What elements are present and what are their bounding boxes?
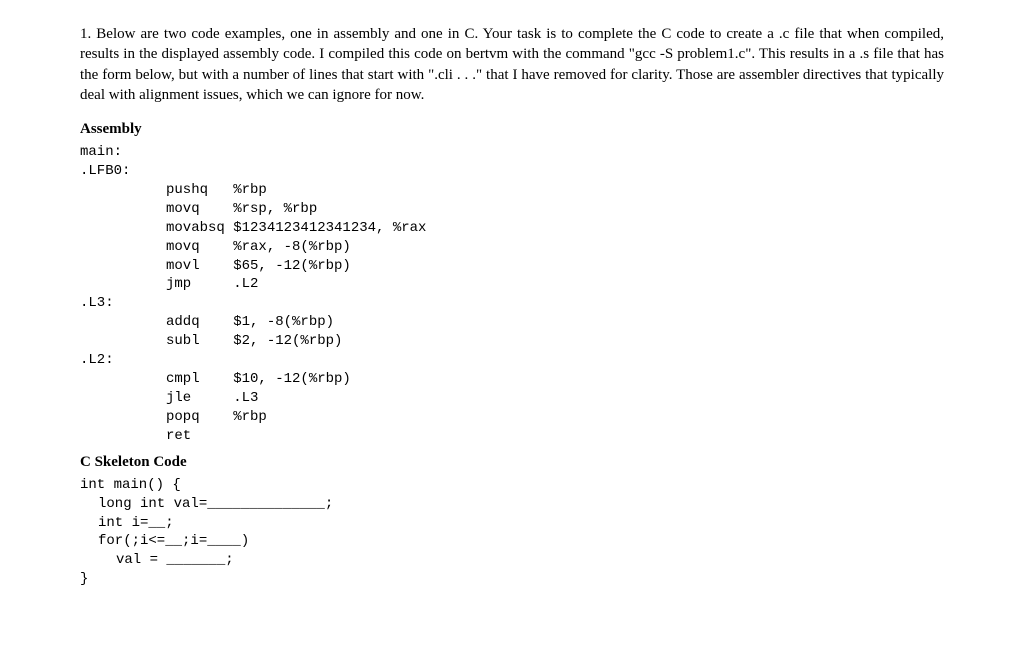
asm-instruction: addq $1, -8(%rbp) <box>80 314 334 330</box>
question-number: 1. <box>80 26 91 42</box>
asm-label: .L2: <box>80 352 114 368</box>
intro-text: Below are two code examples, one in asse… <box>80 26 944 103</box>
c-line: val = _______; <box>80 552 234 568</box>
problem-intro: 1. Below are two code examples, one in a… <box>80 24 944 105</box>
asm-instruction: movabsq $1234123412341234, %rax <box>80 220 426 236</box>
assembly-listing: main: .LFB0: pushq %rbp movq %rsp, %rbp … <box>80 143 944 445</box>
asm-instruction: ret <box>80 428 191 444</box>
asm-instruction: movl $65, -12(%rbp) <box>80 258 351 274</box>
asm-instruction: movq %rsp, %rbp <box>80 201 317 217</box>
c-line: int main() { <box>80 477 181 493</box>
asm-instruction: pushq %rbp <box>80 182 267 198</box>
asm-label: main: <box>80 144 122 160</box>
asm-instruction: jle .L3 <box>80 390 258 406</box>
asm-instruction: jmp .L2 <box>80 276 258 292</box>
c-line: for(;i<=__;i=____) <box>80 533 249 549</box>
asm-instruction: cmpl $10, -12(%rbp) <box>80 371 351 387</box>
asm-label: .LFB0: <box>80 163 130 179</box>
c-skeleton-listing: int main() { long int val=______________… <box>80 476 944 589</box>
asm-label: .L3: <box>80 295 114 311</box>
c-line: long int val=______________; <box>80 496 333 512</box>
c-line: } <box>80 571 88 587</box>
c-line: int i=__; <box>80 515 174 531</box>
asm-instruction: movq %rax, -8(%rbp) <box>80 239 351 255</box>
assembly-section-header: Assembly <box>80 119 944 139</box>
asm-instruction: popq %rbp <box>80 409 267 425</box>
asm-instruction: subl $2, -12(%rbp) <box>80 333 342 349</box>
c-skeleton-header: C Skeleton Code <box>80 452 944 472</box>
